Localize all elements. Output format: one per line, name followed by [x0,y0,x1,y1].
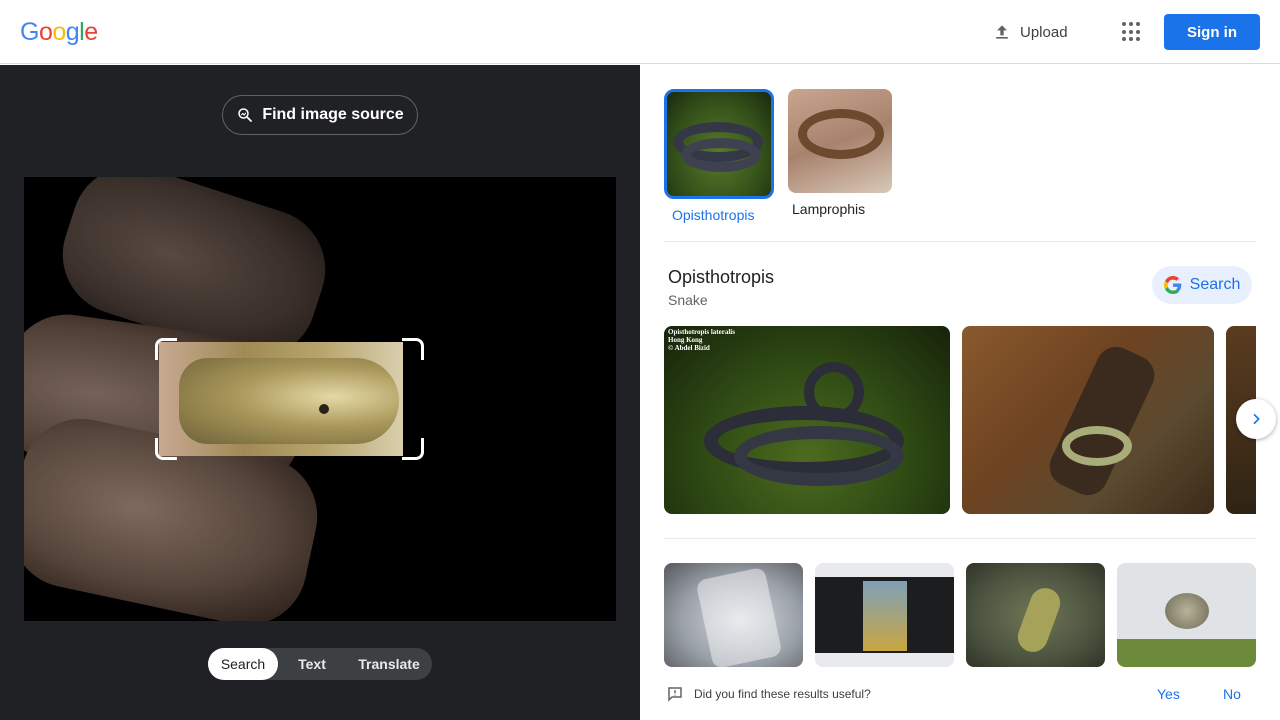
upload-label: Upload [1020,23,1068,41]
apps-grid-icon[interactable] [1122,22,1142,42]
chevron-right-icon [1253,413,1260,425]
crop-handle-bottom-left[interactable] [155,438,177,460]
result-thumbnail[interactable] [664,563,803,667]
logo-letter: o [52,18,66,46]
uploaded-image [24,177,616,621]
result-image[interactable]: Opisthotropis lateralis Hong Kong © Abde… [664,326,950,514]
logo-letter: g [65,18,80,46]
tab-translate[interactable]: Translate [346,648,432,680]
crop-handle-top-left[interactable] [155,338,177,360]
category-thumbnail [664,89,774,199]
feedback-question: Did you find these results useful? [694,687,871,701]
image-caption: Opisthotropis lateralis Hong Kong © Abde… [668,328,735,352]
entity-title: Opisthotropis [668,267,775,287]
upload-icon [996,25,1008,39]
find-image-source-button[interactable]: Find image source [222,95,418,135]
selected-region[interactable] [159,342,403,456]
top-bar: Google Upload Sign in [0,0,1280,64]
result-thumbnail[interactable] [1117,563,1256,667]
upload-button[interactable]: Upload [992,19,1068,45]
category-label: Opisthotropis [672,207,755,223]
results-panel: Opisthotropis Lamprophis Opisthotropis S… [640,65,1280,720]
divider [664,241,1256,242]
feedback-icon [668,687,682,702]
crop-handle-top-right[interactable] [402,338,424,360]
google-search-button[interactable]: Search [1152,266,1252,304]
logo-letter: o [38,18,53,46]
logo-letter: e [84,18,98,46]
next-button[interactable] [1236,399,1276,439]
image-preview-panel: Find image source Search Text Translate [0,65,640,720]
crop-handle-bottom-right[interactable] [402,438,424,460]
mode-switcher: Search Text Translate [208,648,432,680]
result-thumbnail[interactable] [966,563,1105,667]
feedback-yes-button[interactable]: Yes [1157,686,1180,702]
entity-subtitle: Snake [668,292,708,308]
search-label: Search [1189,276,1241,293]
result-image[interactable] [962,326,1214,514]
sign-in-button[interactable]: Sign in [1164,14,1260,50]
find-image-source-label: Find image source [262,106,404,123]
category-opisthotropis[interactable]: Opisthotropis [664,89,774,223]
feedback-bar: Did you find these results useful? Yes N… [640,671,1280,720]
category-label: Lamprophis [792,201,866,217]
google-g-icon [1163,276,1181,294]
google-logo[interactable]: Google [20,18,98,47]
tab-text[interactable]: Text [278,648,346,680]
category-thumbnail [788,89,892,193]
result-thumbnail[interactable] [815,563,954,667]
category-lamprophis[interactable]: Lamprophis [788,89,898,217]
image-search-icon [238,108,253,122]
divider [664,538,1256,539]
feedback-no-button[interactable]: No [1223,686,1241,702]
tab-search[interactable]: Search [208,648,278,680]
logo-letter: G [20,18,39,46]
